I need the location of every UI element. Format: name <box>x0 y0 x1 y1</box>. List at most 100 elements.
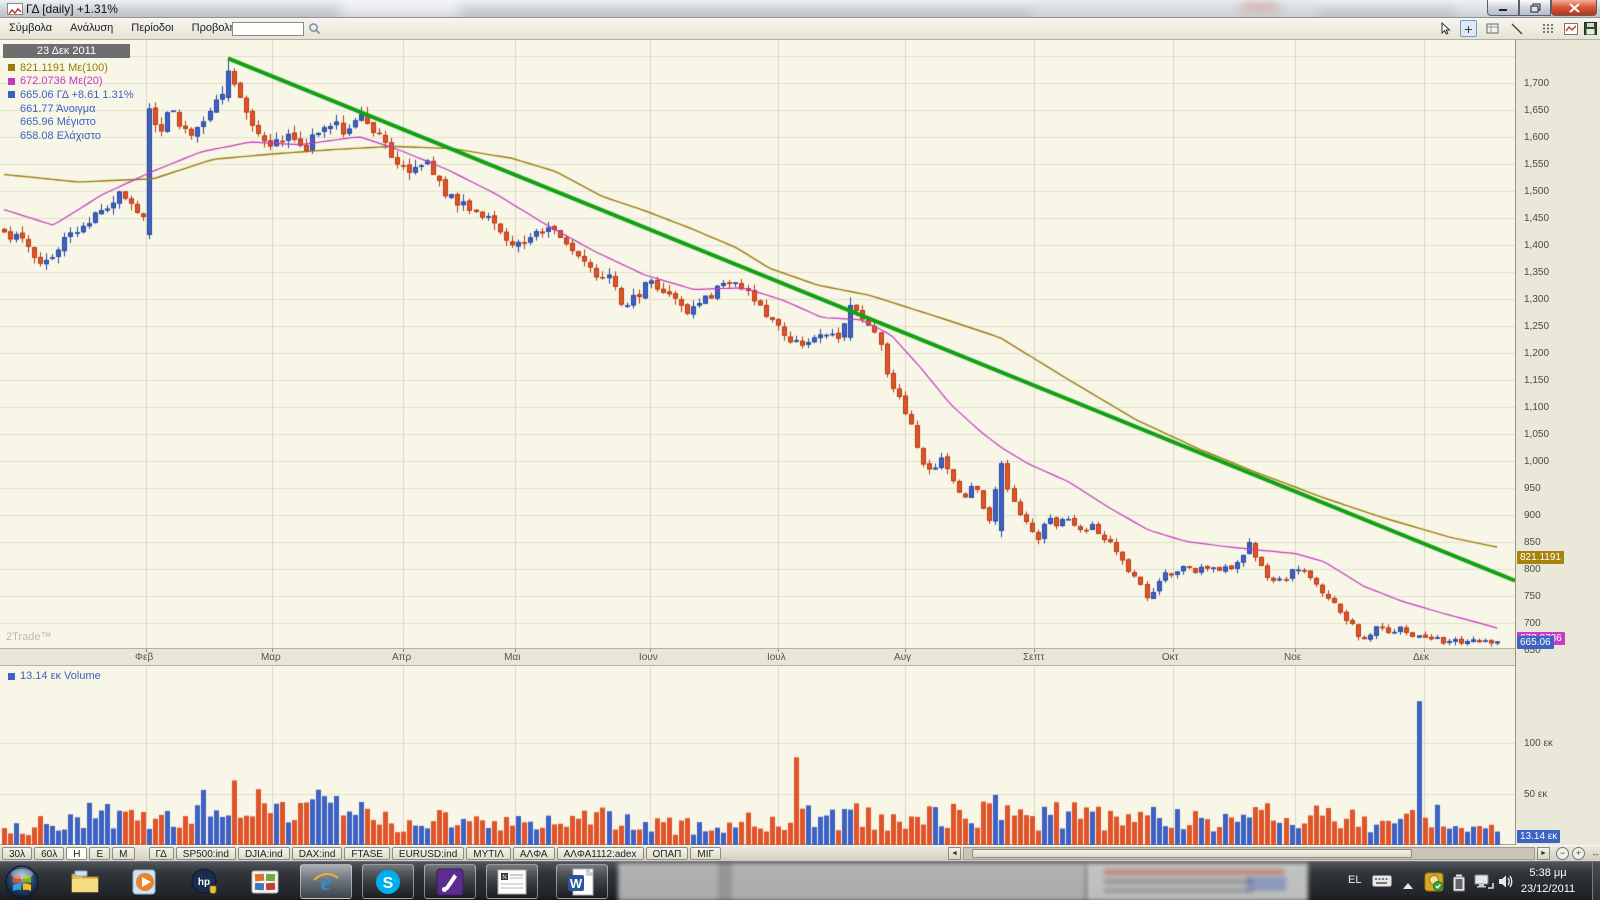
price-badge: 665.06 <box>1517 636 1554 649</box>
cursor-tool-icon[interactable] <box>1437 20 1454 37</box>
start-button[interactable] <box>4 864 40 900</box>
price-tick-label: 1,350 <box>1524 267 1549 278</box>
symbol-tab[interactable]: ΜΥΤΙΛ <box>466 847 511 860</box>
media-player-icon[interactable] <box>130 867 160 897</box>
dots-tool-icon[interactable] <box>1540 20 1557 37</box>
symbol-tab[interactable]: ΑΛΦΑ <box>513 847 555 860</box>
language-indicator[interactable]: EL <box>1348 874 1361 886</box>
grid-tool-icon[interactable] <box>1484 20 1501 37</box>
legend-row: 661.77 Άνοιγμα <box>8 102 134 116</box>
symbol-tab[interactable]: FTASE <box>344 847 389 860</box>
trendline-tool-icon[interactable] <box>1508 20 1525 37</box>
security-status-icon[interactable] <box>1424 872 1444 897</box>
window-titlebar[interactable]: ΓΔ [daily] +1.31% <box>0 0 1600 18</box>
minimize-button[interactable] <box>1487 0 1519 16</box>
svg-text:W: W <box>570 876 583 891</box>
scroll-right-button[interactable]: ► <box>1537 847 1550 860</box>
volume-pane[interactable] <box>0 666 1515 845</box>
price-tick-label: 1,650 <box>1524 105 1549 116</box>
zoom-out-button[interactable]: − <box>1556 847 1569 860</box>
menu-item[interactable]: Περίοδοι <box>122 18 182 40</box>
legend-text: 658.08 Ελάχιστο <box>20 130 101 142</box>
cursor-date-box: 23 Δεκ 2011 <box>3 44 130 58</box>
period-tab[interactable]: Η <box>66 847 87 860</box>
chart-style-icon[interactable] <box>1562 20 1579 37</box>
tab-scrollbar-track[interactable] <box>963 847 1535 860</box>
symbol-tab[interactable]: ΑΛΦΑ1112:adex <box>557 847 644 860</box>
month-tick <box>1424 649 1425 652</box>
fit-width-button[interactable]: ↔ <box>1588 847 1600 860</box>
photo-viewer-icon[interactable] <box>250 867 280 897</box>
legend-text: 661.77 Άνοιγμα <box>20 103 96 115</box>
tray-time: 5:38 μμ <box>1506 865 1590 881</box>
symbol-tab[interactable]: DJIA:ind <box>238 847 290 860</box>
internet-explorer-button[interactable]: e <box>300 864 352 899</box>
price-tick-label: 1,600 <box>1524 132 1549 143</box>
price-tick-label: 1,500 <box>1524 186 1549 197</box>
legend-text: 672.0736 Με(20) <box>20 75 103 87</box>
close-button[interactable] <box>1551 0 1597 16</box>
month-tick <box>1295 649 1296 652</box>
period-tab[interactable]: Μ <box>112 847 134 860</box>
price-chart-pane[interactable] <box>0 40 1515 648</box>
crosshair-tool-icon[interactable]: + <box>1460 20 1477 37</box>
zoom-in-button[interactable]: + <box>1572 847 1585 860</box>
explorer-icon[interactable] <box>70 867 100 897</box>
legend-text: 821.1191 Με(100) <box>20 62 108 74</box>
windows-taskbar: hp e S N W EL <box>0 861 1600 900</box>
svg-text:N: N <box>502 875 506 881</box>
candlestick-chart-canvas[interactable] <box>0 40 1515 648</box>
chart-legend: 821.1191 Με(100) 672.0736 Με(20) 665.06 … <box>8 61 134 143</box>
scroll-left-button[interactable]: ◄ <box>948 847 961 860</box>
period-tab[interactable]: Ε <box>89 847 110 860</box>
symbol-tab[interactable]: ΟΠΑΠ <box>646 847 689 860</box>
period-tab[interactable]: 60λ <box>34 847 64 860</box>
keyboard-icon[interactable] <box>1372 874 1392 893</box>
tab-scrollbar-thumb[interactable] <box>972 849 1412 858</box>
symbol-tab[interactable]: SP500:ind <box>176 847 236 860</box>
network-icon[interactable] <box>1474 874 1494 895</box>
menu-item[interactable]: Σύμβολα <box>0 18 61 40</box>
legend-row: 821.1191 Με(100) <box>8 61 134 75</box>
battery-icon[interactable] <box>1452 874 1466 897</box>
notes-app-button[interactable]: N <box>486 864 538 899</box>
show-hidden-icons-button[interactable] <box>1402 877 1414 895</box>
month-tick <box>146 649 147 652</box>
restore-button[interactable] <box>1519 0 1551 16</box>
tray-clock[interactable]: 5:38 μμ 23/12/2011 <box>1506 865 1590 897</box>
price-tick-label: 700 <box>1524 618 1541 629</box>
skype-button[interactable]: S <box>362 864 414 899</box>
show-desktop-button[interactable] <box>1592 862 1600 900</box>
symbol-tab[interactable]: ΜΙΓ <box>690 847 721 860</box>
search-icon[interactable] <box>306 20 323 37</box>
menu-item[interactable]: Ανάλυση <box>61 18 122 40</box>
volume-legend: 13.14 εκ Volume <box>8 670 101 682</box>
month-label: Δεκ <box>1413 652 1429 663</box>
month-label: Νοε <box>1284 652 1301 663</box>
window-controls <box>1487 0 1597 16</box>
symbol-tab[interactable]: ΓΔ <box>149 847 174 860</box>
price-tick-label: 1,000 <box>1524 456 1549 467</box>
symbol-search-input[interactable] <box>232 22 304 36</box>
volume-chart-canvas[interactable] <box>0 666 1515 845</box>
aero-blur-blob <box>340 0 460 18</box>
save-icon[interactable] <box>1582 20 1599 37</box>
legend-swatch <box>8 64 15 71</box>
month-tick <box>650 649 651 652</box>
period-tab[interactable]: 30λ <box>2 847 32 860</box>
symbol-tab[interactable]: DAX:ind <box>292 847 343 860</box>
price-tick-label: 1,050 <box>1524 429 1549 440</box>
symbol-tab[interactable]: EURUSD:ind <box>392 847 464 860</box>
volume-legend-text: 13.14 εκ Volume <box>20 670 101 682</box>
word-button[interactable]: W <box>556 864 608 899</box>
price-tick-label: 750 <box>1524 591 1541 602</box>
price-tick-label: 1,100 <box>1524 402 1549 413</box>
hp-icon[interactable]: hp <box>190 867 220 897</box>
legend-swatch <box>8 78 15 85</box>
legend-row: 672.0736 Με(20) <box>8 75 134 89</box>
graphics-app-button[interactable] <box>424 864 476 899</box>
volume-tick-label: 50 εκ <box>1524 789 1547 800</box>
month-label: Απρ <box>392 652 411 663</box>
legend-text: 665.06 ΓΔ +8.61 1.31% <box>20 89 134 101</box>
tray-date: 23/12/2011 <box>1506 881 1590 897</box>
